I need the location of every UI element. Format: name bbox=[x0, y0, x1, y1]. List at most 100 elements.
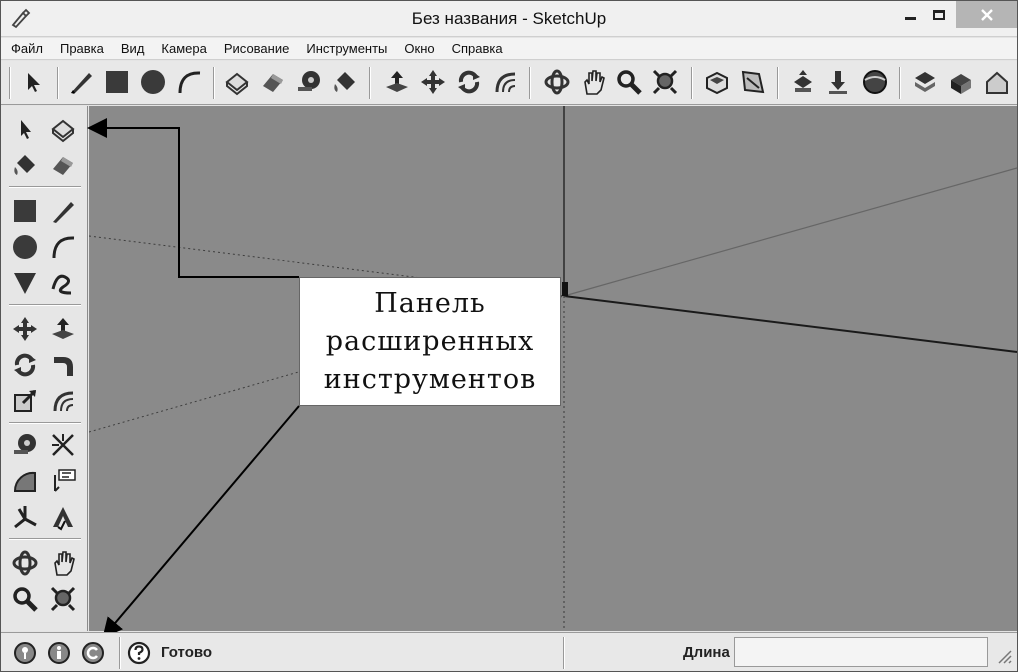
pan-tool-button[interactable] bbox=[47, 546, 79, 580]
help-icon[interactable] bbox=[127, 641, 151, 665]
make-component-button[interactable] bbox=[221, 65, 253, 99]
dimension-icon bbox=[52, 434, 74, 456]
pan-tool-button[interactable] bbox=[577, 65, 609, 99]
line-tool-button[interactable] bbox=[47, 194, 79, 228]
google-earth-button[interactable] bbox=[859, 65, 891, 99]
rectangle-tool-button[interactable] bbox=[9, 194, 41, 228]
extension-warehouse-icon bbox=[741, 70, 765, 94]
freehand-tool-button[interactable] bbox=[47, 266, 79, 300]
push-pull-button[interactable] bbox=[381, 65, 413, 99]
dimension-tool-button[interactable] bbox=[47, 428, 79, 462]
get-models-button[interactable] bbox=[823, 65, 855, 99]
credits-icon[interactable] bbox=[47, 641, 71, 665]
move-tool-button[interactable] bbox=[417, 65, 449, 99]
resize-grip-icon[interactable] bbox=[993, 645, 1013, 665]
orbit-tool-button[interactable] bbox=[9, 546, 41, 580]
orbit-icon bbox=[12, 550, 38, 576]
push-pull-button[interactable] bbox=[47, 312, 79, 346]
house-view-button[interactable] bbox=[981, 65, 1013, 99]
menu-tools[interactable]: Инструменты bbox=[306, 41, 387, 56]
tape-measure-button[interactable] bbox=[9, 428, 41, 462]
zoom-tool-button[interactable] bbox=[613, 65, 645, 99]
text-tool-button[interactable] bbox=[47, 464, 79, 498]
orbit-tool-button[interactable] bbox=[541, 65, 573, 99]
protractor-tool-button[interactable] bbox=[9, 464, 41, 498]
pan-icon bbox=[54, 551, 75, 576]
eraser-icon bbox=[263, 74, 283, 92]
arc-tool-button[interactable] bbox=[47, 230, 79, 264]
toolbar-separator bbox=[9, 186, 81, 188]
zoom-extents-icon bbox=[652, 69, 678, 95]
sign-in-icon[interactable] bbox=[81, 641, 105, 665]
polygon-tool-button[interactable] bbox=[9, 266, 41, 300]
menu-file[interactable]: Файл bbox=[11, 41, 43, 56]
extension-warehouse-button[interactable] bbox=[737, 65, 769, 99]
circle-tool-button[interactable] bbox=[137, 65, 169, 99]
line-tool-button[interactable] bbox=[65, 65, 97, 99]
status-separator bbox=[119, 637, 121, 669]
make-component-icon bbox=[225, 72, 249, 96]
rectangle-tool-button[interactable] bbox=[101, 65, 133, 99]
circle-tool-button[interactable] bbox=[9, 230, 41, 264]
paint-bucket-button[interactable] bbox=[9, 148, 41, 182]
zoom-extents-button[interactable] bbox=[649, 65, 681, 99]
follow-me-button[interactable] bbox=[489, 65, 521, 99]
paint-bucket-icon bbox=[334, 72, 355, 92]
move-tool-button[interactable] bbox=[9, 312, 41, 346]
menu-draw[interactable]: Рисование bbox=[224, 41, 289, 56]
rotate-tool-button[interactable] bbox=[9, 348, 41, 382]
pan-icon bbox=[584, 70, 605, 95]
menu-help[interactable]: Справка bbox=[452, 41, 503, 56]
make-component-icon bbox=[51, 119, 75, 143]
status-separator bbox=[563, 637, 565, 669]
title-bar: Без названия - SketchUp bbox=[1, 1, 1017, 37]
eraser-icon bbox=[53, 157, 73, 175]
maximize-button[interactable] bbox=[920, 1, 958, 28]
menu-camera[interactable]: Камера bbox=[161, 41, 206, 56]
status-message: Готово bbox=[161, 644, 213, 661]
menu-edit[interactable]: Правка bbox=[60, 41, 104, 56]
tape-measure-button[interactable] bbox=[293, 65, 325, 99]
origin-figure bbox=[562, 282, 568, 296]
scale-icon bbox=[14, 389, 37, 412]
measurements-label: Длина bbox=[683, 644, 730, 661]
3d-warehouse-icon bbox=[706, 71, 728, 95]
large-tool-set-toolbar bbox=[1, 106, 88, 631]
menu-view[interactable]: Вид bbox=[121, 41, 145, 56]
offset-tool-button[interactable] bbox=[47, 384, 79, 418]
geo-location-icon[interactable] bbox=[13, 641, 37, 665]
axes-icon bbox=[14, 506, 37, 529]
toolbar-separator bbox=[57, 67, 59, 99]
3d-text-tool-button[interactable] bbox=[47, 500, 79, 534]
measurements-input[interactable] bbox=[734, 637, 988, 667]
toolbar-separator bbox=[9, 538, 81, 540]
callout-line-1: Панель bbox=[374, 287, 486, 319]
follow-me-button[interactable] bbox=[47, 348, 79, 382]
rotate-tool-button[interactable] bbox=[453, 65, 485, 99]
follow-me-icon bbox=[54, 357, 73, 376]
zoom-extents-button[interactable] bbox=[47, 582, 79, 616]
select-tool-button[interactable] bbox=[17, 65, 49, 99]
preview-google-earth-icon bbox=[863, 70, 887, 94]
polygon-icon bbox=[14, 273, 36, 294]
rectangle-icon bbox=[106, 71, 128, 93]
eraser-tool-button[interactable] bbox=[257, 65, 289, 99]
callout-line-3: инструментов bbox=[323, 363, 537, 395]
eraser-tool-button[interactable] bbox=[47, 148, 79, 182]
send-to-layout-button[interactable] bbox=[909, 65, 941, 99]
red-axis bbox=[563, 295, 1017, 353]
iso-view-button[interactable] bbox=[945, 65, 977, 99]
arc-tool-button[interactable] bbox=[173, 65, 205, 99]
close-button[interactable] bbox=[956, 1, 1017, 28]
menu-bar: Файл Правка Вид Камера Рисование Инструм… bbox=[1, 38, 1017, 60]
select-tool-button[interactable] bbox=[9, 112, 41, 146]
share-model-button[interactable] bbox=[787, 65, 819, 99]
warehouse-button[interactable] bbox=[701, 65, 733, 99]
menu-window[interactable]: Окно bbox=[404, 41, 434, 56]
axes-tool-button[interactable] bbox=[9, 500, 41, 534]
paint-bucket-button[interactable] bbox=[329, 65, 361, 99]
scale-tool-button[interactable] bbox=[9, 384, 41, 418]
zoom-tool-button[interactable] bbox=[9, 582, 41, 616]
rectangle-icon bbox=[14, 200, 36, 222]
make-component-button[interactable] bbox=[47, 112, 79, 146]
